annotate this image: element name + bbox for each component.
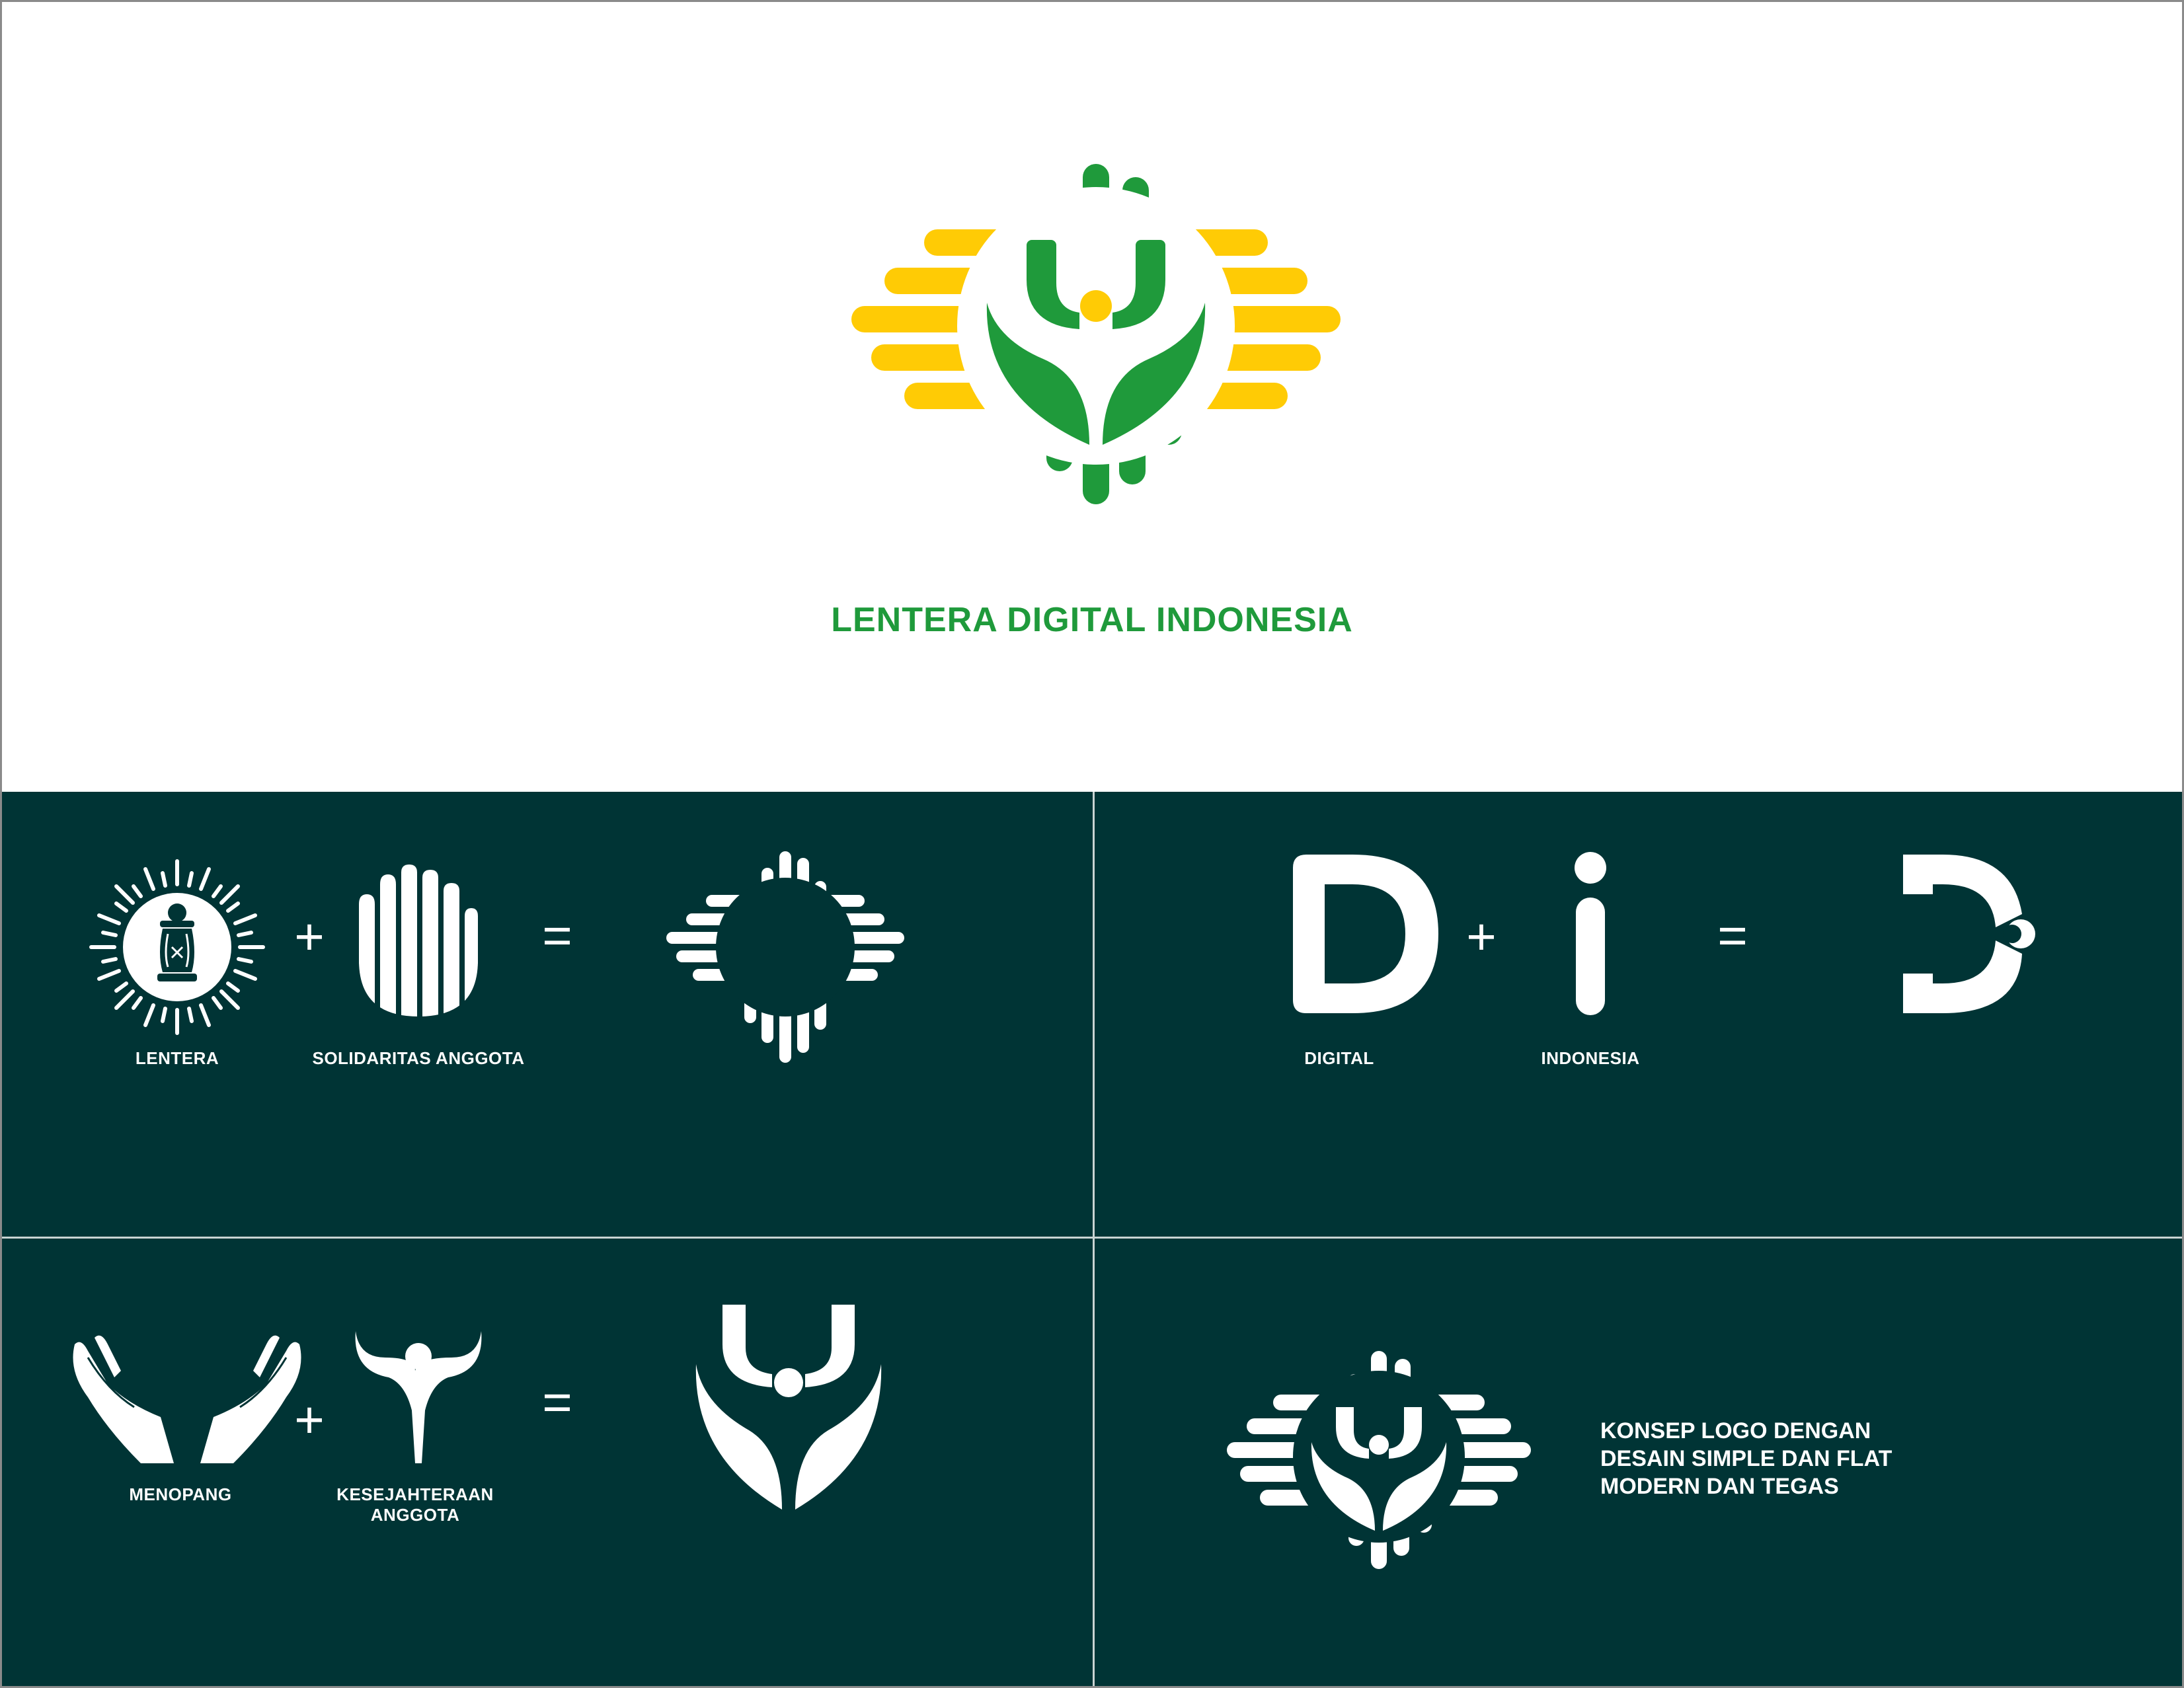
i-letter-icon: [1575, 852, 1606, 1015]
frame-icon: [666, 851, 904, 1063]
label-solidaritas-anggota: SOLIDARITAS ANGGOTA: [312, 1048, 525, 1068]
plus-sign-3: +: [294, 1391, 325, 1449]
concept-line-3: MODERN DAN TEGAS: [1600, 1474, 1839, 1499]
concept-panel-menopang: + = MENOPANG KESEJAHTERAAN ANGGOTA: [2, 1237, 1093, 1686]
d-letter-icon: [1293, 855, 1438, 1013]
concept-line-2: DESAIN SIMPLE DAN FLAT: [1600, 1446, 1892, 1471]
open-hands-icon: [73, 1335, 301, 1463]
label-indonesia: INDONESIA: [1541, 1048, 1640, 1068]
main-logo-icon: [851, 164, 1341, 504]
concept-panel-digital: + = DIGITAL INDONESIA: [1093, 792, 2182, 1237]
concept-panel-lentera: + = LENTERA SOLIDARITAS ANGGOTA: [2, 792, 1093, 1237]
concept-text: KONSEP LOGO DENGAN DESAIN SIMPLE DAN FLA…: [1600, 1417, 1892, 1500]
person-leaf-icon: [695, 1305, 882, 1510]
lantern-icon: [89, 859, 265, 1035]
label-digital: DIGITAL: [1304, 1048, 1374, 1068]
concept-line-1: KONSEP LOGO DENGAN: [1600, 1418, 1871, 1443]
plus-sign: +: [294, 907, 325, 966]
brand-name: LENTERA DIGITAL INDONESIA: [831, 601, 1353, 639]
label-anggota: ANGGOTA: [370, 1505, 460, 1525]
equals-sign: =: [542, 906, 572, 964]
hand-icon: [359, 864, 478, 1017]
full-logo-icon: [1227, 1351, 1531, 1569]
label-menopang: MENOPANG: [129, 1484, 232, 1504]
equals-sign-2: =: [1717, 906, 1748, 964]
plus-sign-2: +: [1466, 907, 1497, 966]
person-icon: [355, 1331, 482, 1463]
label-lentera: LENTERA: [135, 1048, 219, 1068]
main-logo-section: LENTERA DIGITAL INDONESIA: [2, 2, 2182, 792]
equals-sign-3: =: [542, 1373, 572, 1431]
concept-panel-final: KONSEP LOGO DENGAN DESAIN SIMPLE DAN FLA…: [1093, 1237, 2182, 1686]
di-mark-icon: [1903, 855, 2035, 1013]
label-kesejahteraan: KESEJAHTERAAN: [336, 1484, 494, 1504]
